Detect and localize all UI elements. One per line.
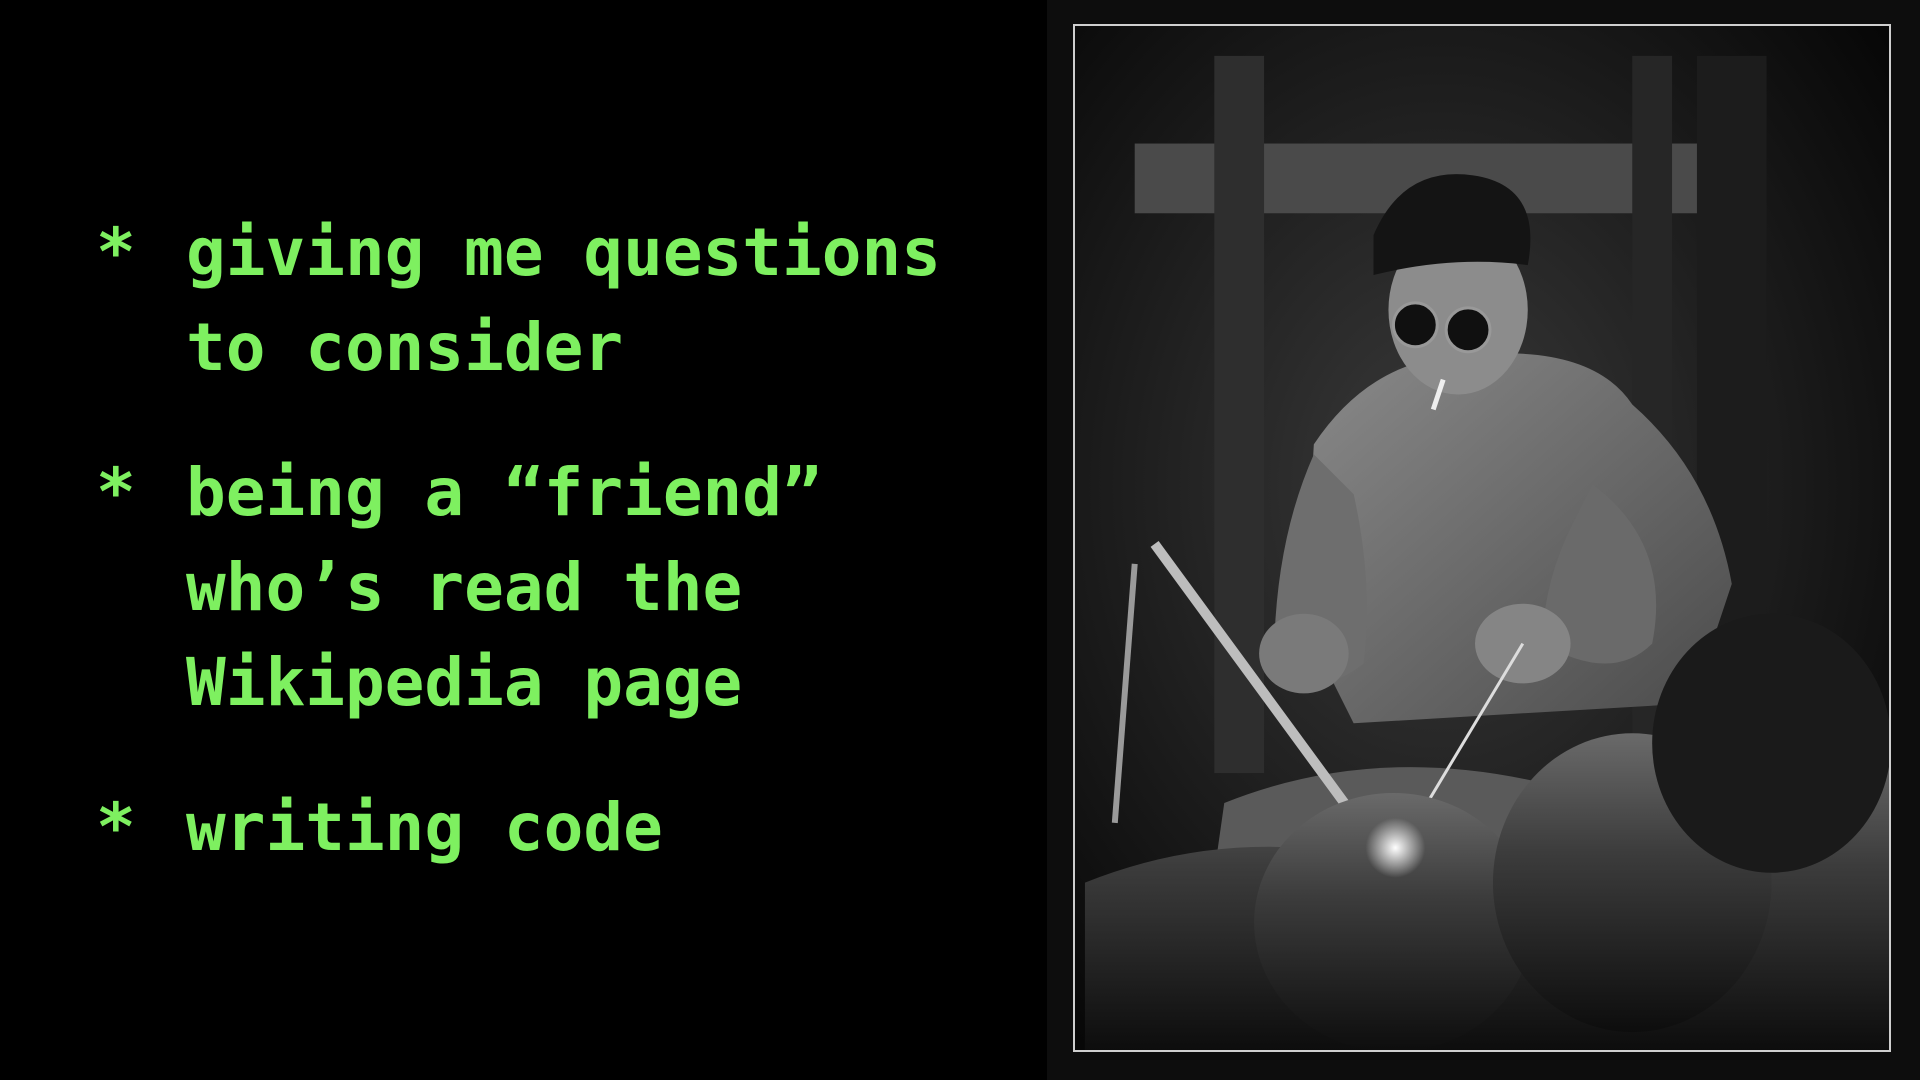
bullet-list: * giving me questions to consider * bein… (96, 205, 996, 925)
bullet-line: writing code (186, 789, 663, 866)
bullet-line: to consider (186, 309, 624, 386)
slide: * giving me questions to consider * bein… (0, 0, 1920, 1080)
bullet-text: writing code (186, 780, 663, 875)
bullet-marker: * (96, 789, 136, 866)
bullet-text: being a “friend” who’s read the Wikipedi… (186, 445, 822, 730)
welder-photo (1073, 24, 1891, 1052)
bullet-line: Wikipedia page (186, 644, 743, 721)
bullet-line: being a “friend” (186, 454, 822, 531)
bullet-item: * writing code (96, 780, 996, 875)
bullet-line: giving me questions (186, 214, 941, 291)
bullet-text: giving me questions to consider (186, 205, 941, 395)
bullet-marker: * (96, 454, 136, 531)
bullet-item: * being a “friend” who’s read the Wikipe… (96, 445, 996, 730)
bullet-line: who’s read the (186, 549, 743, 626)
bullet-item: * giving me questions to consider (96, 205, 996, 395)
bullet-marker: * (96, 214, 136, 291)
